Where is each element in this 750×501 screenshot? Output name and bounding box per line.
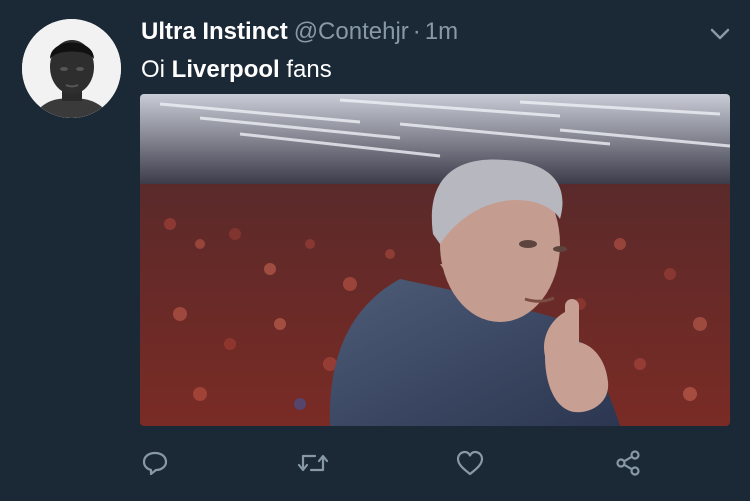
retweet-button[interactable] [297,446,329,480]
reply-icon [142,451,168,476]
tweet-actions [0,446,750,482]
avatar-image [22,19,121,118]
reply-button[interactable] [139,446,171,480]
more-options-button[interactable] [708,24,732,44]
tweet-header: Ultra Instinct @Contehjr · 1m [141,17,458,47]
share-icon [616,450,640,476]
retweet-icon [297,454,329,472]
tweet-text-prefix: Oi [141,56,172,83]
avatar[interactable] [22,19,121,118]
media-image [140,94,730,426]
tweet-text-suffix: fans [279,56,332,83]
share-button[interactable] [612,446,644,480]
timestamp[interactable]: 1m [425,18,458,45]
chevron-down-icon [710,28,730,40]
user-handle[interactable]: @Contehjr [294,18,409,45]
tweet-media[interactable] [140,94,730,426]
tweet-text-highlight: Liverpool [171,56,280,83]
like-button[interactable] [454,446,486,480]
tweet-card[interactable]: Ultra Instinct @Contehjr · 1m Oi Liverpool … [0,0,750,501]
separator-dot: · [412,18,421,45]
display-name[interactable]: Ultra Instinct [141,18,288,45]
tweet-text: Oi Liverpool fans [141,55,332,85]
like-icon [456,450,484,476]
